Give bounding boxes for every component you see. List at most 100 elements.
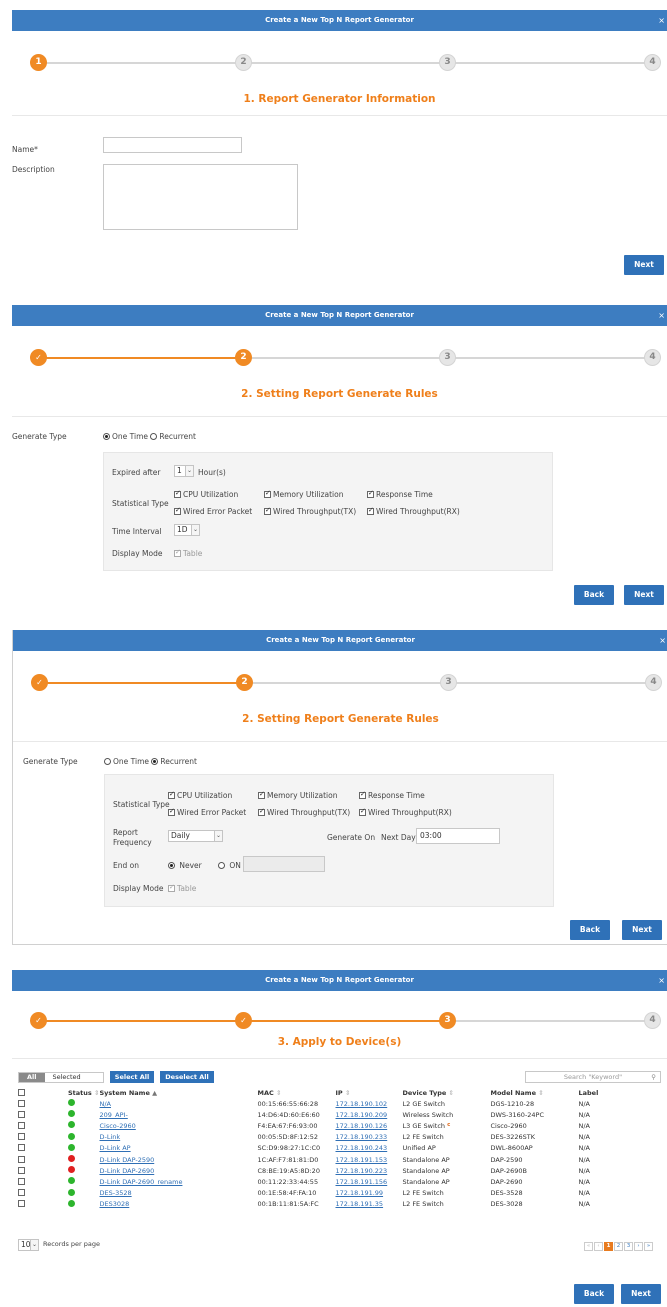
ip-link[interactable]: 172.18.191.35 [336, 1200, 384, 1208]
last-page-icon[interactable]: » [644, 1242, 653, 1251]
select-all-button[interactable]: Select All [110, 1071, 154, 1083]
table-row[interactable]: D-Link DAP-2690_rename 00:11:22:33:44:55 1… [18, 1176, 639, 1187]
response-checkbox[interactable] [367, 489, 374, 498]
ip-link[interactable]: 172.18.190.233 [336, 1133, 388, 1141]
system-name-link[interactable]: DES3028 [100, 1200, 130, 1208]
page-1[interactable]: 1 [604, 1242, 613, 1251]
ip-link[interactable]: 172.18.190.223 [336, 1167, 388, 1175]
response-option[interactable]: Response Time [359, 790, 425, 800]
close-icon[interactable]: × [658, 970, 665, 991]
recurrent-radio[interactable] [150, 433, 158, 440]
table-row[interactable]: D-Link AP SC:D9:98:27:1C:C0 172.18.190.243… [18, 1143, 639, 1154]
response-option[interactable]: Response Time [367, 489, 433, 499]
wired-error-checkbox[interactable] [174, 506, 181, 515]
back-button[interactable]: Back [574, 1284, 614, 1304]
table-row[interactable]: DES3028 00:1B:11:81:5A:FC 172.18.191.35 L2 … [18, 1199, 639, 1210]
close-icon[interactable]: × [658, 305, 665, 326]
next-button[interactable]: Next [624, 255, 664, 275]
system-name-link[interactable]: DES-3528 [100, 1189, 132, 1197]
memory-option[interactable]: Memory Utilization [264, 489, 343, 499]
ip-link[interactable]: 172.18.191.156 [336, 1178, 388, 1186]
next-button[interactable]: Next [622, 920, 662, 940]
description-textarea[interactable] [103, 164, 298, 230]
row-checkbox[interactable] [18, 1177, 25, 1185]
system-name-link[interactable]: D-Link DAP-2590 [100, 1156, 155, 1164]
wired-tx-option[interactable]: Wired Throughput(TX) [264, 506, 356, 516]
wired-rx-option[interactable]: Wired Throughput(RX) [359, 807, 452, 817]
response-checkbox[interactable] [359, 790, 366, 799]
wired-error-option[interactable]: Wired Error Packet [174, 506, 252, 516]
row-checkbox[interactable] [18, 1099, 25, 1107]
name-input[interactable] [103, 137, 242, 153]
next-button[interactable]: Next [621, 1284, 661, 1304]
col-ip[interactable]: IP ⇕ [336, 1087, 403, 1098]
back-button[interactable]: Back [570, 920, 610, 940]
table-row[interactable]: DES-3528 00:1E:58:4F:FA:10 172.18.191.99 L2… [18, 1188, 639, 1199]
cpu-checkbox[interactable] [168, 790, 175, 799]
wired-tx-checkbox[interactable] [258, 807, 265, 816]
table-row[interactable]: Cisco-2960 F4:EA:67:F6:93:00 172.18.190.12… [18, 1120, 639, 1131]
row-checkbox[interactable] [18, 1200, 25, 1208]
wired-error-checkbox[interactable] [168, 807, 175, 816]
page-3[interactable]: 3 [624, 1242, 633, 1251]
memory-option[interactable]: Memory Utilization [258, 790, 337, 800]
page-2[interactable]: 2 [614, 1242, 623, 1251]
row-checkbox[interactable] [18, 1133, 25, 1141]
system-name-link[interactable]: 209_API- [100, 1111, 128, 1119]
table-row[interactable]: D-Link DAP-2690 C8:BE:19:A5:8D:20 172.18.1… [18, 1165, 639, 1176]
wired-rx-checkbox[interactable] [359, 807, 366, 816]
never-option[interactable]: Never [168, 861, 202, 870]
row-checkbox[interactable] [18, 1189, 25, 1197]
first-page-icon[interactable]: « [584, 1242, 593, 1251]
close-icon[interactable]: × [659, 630, 666, 651]
tab-all[interactable]: All [19, 1073, 45, 1082]
tab-selected[interactable]: Selected [45, 1073, 89, 1082]
never-radio[interactable] [168, 862, 175, 869]
ip-link[interactable]: 172.18.190.209 [336, 1111, 388, 1119]
recurrent-radio[interactable] [151, 758, 159, 765]
next-button[interactable]: Next [624, 585, 664, 605]
table-row[interactable]: 209_API- 14:D6:4D:60:E6:60 172.18.190.209 W… [18, 1109, 639, 1120]
one-time-radio[interactable] [103, 433, 110, 440]
col-device-type[interactable]: Device Type ⇕ [403, 1087, 491, 1098]
col-system-name[interactable]: System Name ▲ [100, 1087, 258, 1098]
cpu-option[interactable]: CPU Utilization [168, 790, 232, 800]
generate-on-time-input[interactable]: 03:00 [416, 828, 500, 844]
ip-link[interactable]: 172.18.190.126 [336, 1122, 388, 1130]
col-status[interactable]: Status ⇕ [68, 1087, 100, 1098]
table-row[interactable]: N/A 00:15:66:55:66:28 172.18.190.102 L2 GE … [18, 1098, 639, 1109]
ip-link[interactable]: 172.18.191.153 [336, 1156, 388, 1164]
wired-tx-checkbox[interactable] [264, 506, 271, 515]
deselect-all-button[interactable]: Deselect All [160, 1071, 214, 1083]
col-mac[interactable]: MAC ⇕ [258, 1087, 336, 1098]
wired-rx-option[interactable]: Wired Throughput(RX) [367, 506, 460, 516]
ip-link[interactable]: 172.18.190.243 [336, 1144, 388, 1152]
frequency-select[interactable]: Daily ⌄ [168, 830, 223, 842]
memory-checkbox[interactable] [264, 489, 271, 498]
cpu-checkbox[interactable] [174, 489, 181, 498]
col-model-name[interactable]: Model Name ⇕ [491, 1087, 579, 1098]
ip-link[interactable]: 172.18.190.102 [336, 1100, 388, 1108]
row-checkbox[interactable] [18, 1110, 25, 1118]
close-icon[interactable]: × [658, 10, 665, 31]
select-all-checkbox[interactable] [18, 1088, 25, 1096]
row-checkbox[interactable] [18, 1166, 25, 1174]
wired-tx-option[interactable]: Wired Throughput(TX) [258, 807, 350, 817]
per-page-select[interactable]: 10 ⌄ [18, 1239, 39, 1251]
system-name-link[interactable]: D-Link [100, 1133, 121, 1141]
system-name-link[interactable]: D-Link DAP-2690 [100, 1167, 155, 1175]
wired-error-option[interactable]: Wired Error Packet [168, 807, 246, 817]
one-time-radio[interactable] [104, 758, 111, 765]
cpu-option[interactable]: CPU Utilization [174, 489, 238, 499]
ip-link[interactable]: 172.18.191.99 [336, 1189, 384, 1197]
wired-rx-checkbox[interactable] [367, 506, 374, 515]
system-name-link[interactable]: D-Link DAP-2690_rename [100, 1178, 183, 1186]
system-name-link[interactable]: D-Link AP [100, 1144, 131, 1152]
on-radio[interactable] [218, 862, 225, 869]
row-checkbox[interactable] [18, 1155, 25, 1163]
row-checkbox[interactable] [18, 1121, 25, 1129]
next-page-icon[interactable]: › [634, 1242, 643, 1251]
system-name-link[interactable]: Cisco-2960 [100, 1122, 136, 1130]
end-on-date-input[interactable] [243, 856, 325, 872]
time-interval-select[interactable]: 1D ⌄ [174, 524, 200, 536]
